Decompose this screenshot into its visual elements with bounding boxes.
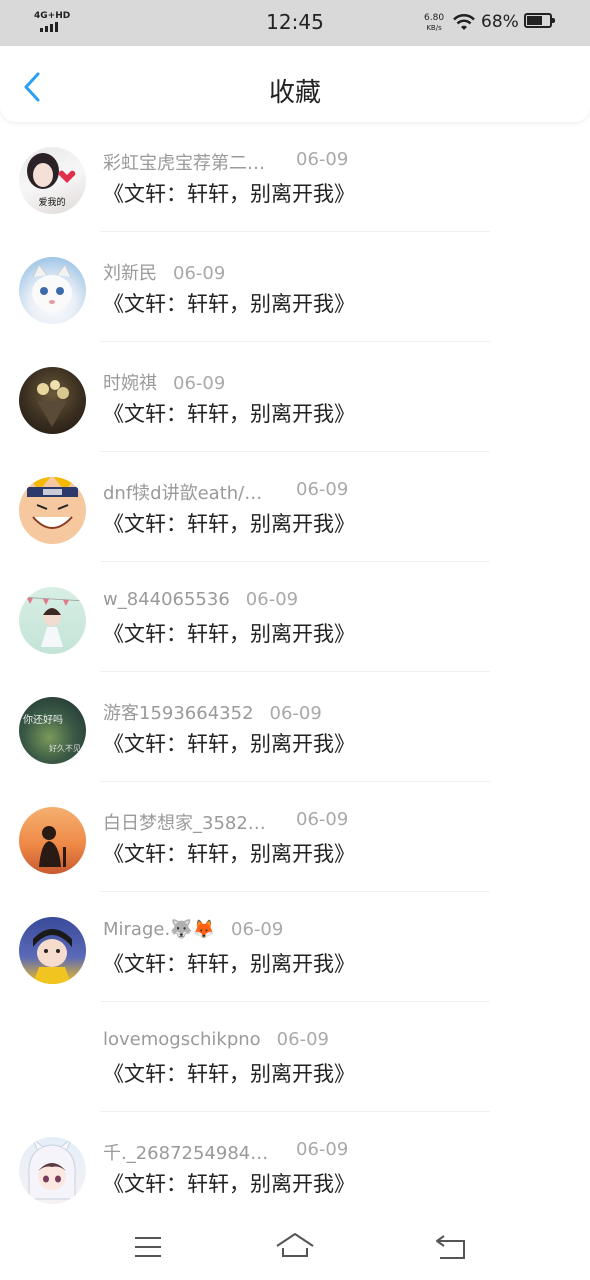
menu-icon[interactable] [128, 1232, 168, 1262]
battery-percent: 68% [481, 12, 519, 32]
username[interactable]: w_844065536 [103, 589, 230, 610]
list-item[interactable]: dnf犊d讲歆eath/… 06-09 《文轩：轩轩，别离开我》 [0, 452, 590, 562]
post-title[interactable]: 《文轩：轩轩，别离开我》 [103, 398, 355, 428]
date: 06-09 [296, 149, 349, 170]
post-title[interactable]: 《文轩：轩轩，别离开我》 [103, 508, 355, 538]
list-item[interactable]: lovemogschikpno 06-09 《文轩：轩轩，别离开我》 [0, 1002, 590, 1112]
item-meta: 彩虹宝虎宝荐第二… 06-09 [103, 149, 348, 175]
item-meta: 时婉祺 06-09 [103, 369, 225, 395]
date: 06-09 [231, 919, 284, 940]
date: 06-09 [269, 703, 322, 724]
header: 收藏 [0, 46, 590, 122]
wifi-icon [453, 14, 475, 30]
avatar-text: 你还好吗 [23, 713, 63, 726]
list-item[interactable]: w_844065536 06-09 《文轩：轩轩，别离开我》 [0, 562, 590, 672]
username[interactable]: 白日梦想家_3582… [103, 813, 266, 834]
post-title[interactable]: 《文轩：轩轩，别离开我》 [103, 618, 355, 648]
username[interactable]: dnf犊d讲歆eath/… [103, 483, 262, 504]
username[interactable]: lovemogschikpno [103, 1029, 261, 1050]
item-meta: dnf犊d讲歆eath/… 06-09 [103, 479, 348, 505]
list-item[interactable]: Mirage.🐺🦊 06-09 《文轩：轩轩，别离开我》 [0, 892, 590, 1002]
system-navbar [0, 1212, 590, 1280]
avatar[interactable] [19, 1027, 86, 1094]
date: 06-09 [173, 373, 226, 394]
post-title[interactable]: 《文轩：轩轩，别离开我》 [103, 1058, 355, 1088]
username[interactable]: 千._2687254984… [103, 1143, 268, 1164]
username[interactable]: 刘新民 [103, 263, 157, 284]
username[interactable]: Mirage.🐺🦊 [103, 919, 215, 940]
item-meta: 游客1593664352 06-09 [103, 699, 322, 725]
page-title: 收藏 [268, 78, 321, 108]
avatar[interactable] [19, 257, 86, 324]
date: 06-09 [296, 809, 349, 830]
favorites-list: 爱我的 彩虹宝虎宝荐第二… 06-09 《文轩：轩轩，别离开我》 刘新民 06-09… [0, 122, 590, 1222]
post-title[interactable]: 《文轩：轩轩，别离开我》 [103, 838, 355, 868]
avatar[interactable] [19, 477, 86, 544]
list-item[interactable]: 爱我的 彩虹宝虎宝荐第二… 06-09 《文轩：轩轩，别离开我》 [0, 122, 590, 232]
item-meta: 千._2687254984… 06-09 [103, 1139, 348, 1165]
list-item[interactable]: 时婉祺 06-09 《文轩：轩轩，别离开我》 [0, 342, 590, 452]
date: 06-09 [173, 263, 226, 284]
speed-value: 6.80 [424, 13, 445, 23]
post-title[interactable]: 《文轩：轩轩，别离开我》 [103, 948, 355, 978]
avatar[interactable] [19, 367, 86, 434]
list-item[interactable]: 你还好吗 好久不见 游客1593664352 06-09 《文轩：轩轩，别离开我》 [0, 672, 590, 782]
home-icon[interactable] [275, 1232, 315, 1262]
post-title[interactable]: 《文轩：轩轩，别离开我》 [103, 1168, 355, 1198]
item-meta: Mirage.🐺🦊 06-09 [103, 919, 283, 940]
avatar[interactable] [19, 1137, 86, 1204]
avatar[interactable]: 你还好吗 好久不见 [19, 697, 86, 764]
list-item[interactable]: 千._2687254984… 06-09 《文轩：轩轩，别离开我》 [0, 1112, 590, 1222]
item-meta: 白日梦想家_3582… 06-09 [103, 809, 348, 835]
avatar-text: 好久不见 [49, 743, 81, 753]
list-item[interactable]: 刘新民 06-09 《文轩：轩轩，别离开我》 [0, 232, 590, 342]
date: 06-09 [245, 589, 299, 610]
username[interactable]: 彩虹宝虎宝荐第二… [103, 153, 265, 174]
item-meta: 刘新民 06-09 [103, 259, 225, 285]
avatar-text: 爱我的 [38, 196, 65, 208]
item-meta: lovemogschikpno 06-09 [103, 1029, 329, 1050]
date: 06-09 [296, 1139, 349, 1160]
battery-icon [524, 13, 555, 28]
avatar[interactable] [19, 807, 86, 874]
username[interactable]: 游客1593664352 [103, 703, 254, 724]
post-title[interactable]: 《文轩：轩轩，别离开我》 [103, 728, 355, 758]
date: 06-09 [296, 479, 349, 500]
avatar[interactable]: 爱我的 [19, 147, 86, 214]
speed-unit: KB/s [426, 24, 442, 32]
date: 06-09 [276, 1029, 329, 1050]
avatar[interactable] [19, 587, 86, 654]
return-icon[interactable] [430, 1232, 470, 1262]
list-item[interactable]: 白日梦想家_3582… 06-09 《文轩：轩轩，别离开我》 [0, 782, 590, 892]
network-speed: 6.80 KB/s [424, 13, 444, 33]
post-title[interactable]: 《文轩：轩轩，别离开我》 [103, 288, 355, 318]
status-bar: 4G+HD 12:45 6.80 KB/s 68% [0, 0, 590, 46]
username[interactable]: 时婉祺 [103, 373, 157, 394]
item-meta: w_844065536 06-09 [103, 589, 298, 610]
avatar[interactable] [19, 917, 86, 984]
post-title[interactable]: 《文轩：轩轩，别离开我》 [103, 178, 355, 208]
